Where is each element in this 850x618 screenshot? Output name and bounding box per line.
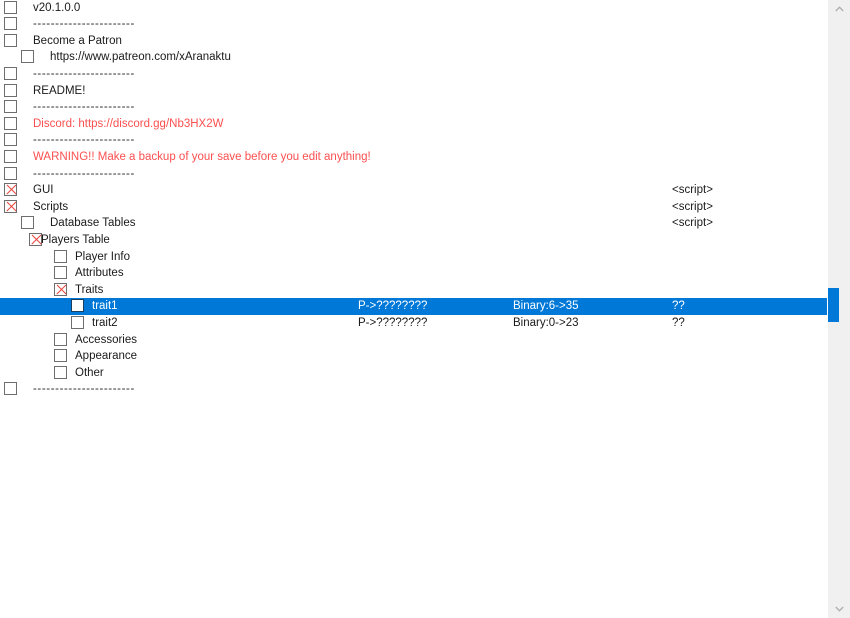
tree-row[interactable]: ----------------------- [0, 16, 827, 33]
tree-row-label: Scripts [33, 200, 69, 213]
tree-row-label: trait2 [92, 316, 118, 329]
tree-row-label: https://www.patreon.com/xAranaktu [50, 51, 231, 64]
tree-row[interactable]: trait1 P->???????? Binary:6->35?? [0, 298, 827, 315]
checkbox-unchecked[interactable] [4, 0, 17, 14]
checkbox-unchecked[interactable] [4, 100, 17, 114]
checkbox-checked[interactable] [54, 282, 67, 296]
pointer-value: P->???????? [358, 316, 428, 329]
checkbox-unchecked[interactable] [54, 332, 67, 346]
tree-row[interactable]: Player Info [0, 249, 827, 266]
tree-row[interactable]: WARNING!! Make a backup of your save bef… [0, 149, 827, 166]
tree-row[interactable]: Scripts <script> [0, 199, 827, 216]
tree-row-label: v20.1.0.0 [33, 1, 81, 14]
chevron-down-icon [834, 606, 844, 612]
tree-row-label: Become a Patron [33, 34, 122, 47]
tree-row-label: Appearance [75, 350, 138, 363]
checkbox-unchecked[interactable] [54, 249, 67, 263]
tree-row-label: Players Table [41, 233, 110, 246]
tree-row[interactable]: Players Table [0, 232, 827, 249]
checkbox-checked[interactable] [4, 199, 17, 213]
chevron-up-icon [834, 6, 844, 12]
separator-label: ----------------------- [33, 67, 135, 80]
tree-row[interactable]: Other [0, 365, 827, 382]
script-tag-value: <script> [672, 200, 713, 213]
tree-row[interactable]: ----------------------- [0, 381, 827, 398]
checkbox-unchecked[interactable] [4, 83, 17, 97]
checkbox-unchecked[interactable] [71, 299, 84, 313]
checkbox-unchecked[interactable] [71, 315, 84, 329]
checkbox-unchecked[interactable] [4, 149, 17, 163]
tree-view-window: v20.1.0.0 ----------------------- Become a… [0, 0, 850, 618]
separator-label: ----------------------- [33, 167, 135, 180]
checkbox-unchecked[interactable] [4, 116, 17, 130]
checkbox-unchecked[interactable] [4, 66, 17, 80]
separator-label: ----------------------- [33, 134, 135, 147]
tree-row[interactable]: trait2 P->???????? Binary:0->23?? [0, 315, 827, 332]
tree-row-label: Accessories [75, 333, 137, 346]
checkbox-unchecked[interactable] [4, 133, 17, 147]
checkbox-unchecked[interactable] [54, 349, 67, 363]
tree-row[interactable]: ----------------------- [0, 66, 827, 83]
tree-row-label: Attributes [75, 267, 124, 280]
separator-label: ----------------------- [33, 101, 135, 114]
scrollbar-track[interactable] [828, 18, 850, 600]
tree-row[interactable]: https://www.patreon.com/xAranaktu [0, 49, 827, 66]
checkbox-checked[interactable] [4, 183, 17, 197]
tree-row[interactable]: ----------------------- [0, 132, 827, 149]
unknown-value: ?? [672, 316, 685, 329]
vertical-scrollbar[interactable] [827, 0, 850, 618]
checkbox-unchecked[interactable] [4, 166, 17, 180]
tree-row[interactable]: GUI <script> [0, 182, 827, 199]
checkbox-unchecked[interactable] [4, 17, 17, 31]
tree-row-label: Other [75, 366, 104, 379]
unknown-value: ?? [672, 300, 685, 313]
tree-row-label: Player Info [75, 250, 130, 263]
tree-row[interactable]: Become a Patron [0, 33, 827, 50]
binary-range-value: Binary:6->35 [513, 300, 579, 313]
tree-row-label: Traits [75, 283, 104, 296]
checkbox-unchecked[interactable] [21, 216, 34, 230]
separator-label: ----------------------- [33, 18, 135, 31]
tree-row-label: README! [33, 84, 86, 97]
tree-row[interactable]: Database Tables <script> [0, 215, 827, 232]
tree-row-label: trait1 [92, 300, 118, 313]
separator-label: ----------------------- [33, 383, 135, 396]
tree-row-label: Database Tables [50, 217, 136, 230]
script-tag-value: <script> [672, 184, 713, 197]
tree-row-label: WARNING!! Make a backup of your save bef… [33, 150, 371, 163]
checkbox-unchecked[interactable] [4, 33, 17, 47]
tree-row[interactable]: Traits [0, 282, 827, 299]
checkbox-unchecked[interactable] [54, 365, 67, 379]
tree-row[interactable]: Attributes [0, 265, 827, 282]
tree-row-label: GUI [33, 184, 54, 197]
tree-row[interactable]: ----------------------- [0, 166, 827, 183]
checkbox-unchecked[interactable] [4, 382, 17, 396]
tree-row[interactable]: ----------------------- [0, 99, 827, 116]
tree-row[interactable]: README! [0, 83, 827, 100]
tree-row[interactable]: Appearance [0, 348, 827, 365]
tree-row[interactable]: Accessories [0, 332, 827, 349]
binary-range-value: Binary:0->23 [513, 316, 579, 329]
scroll-down-button[interactable] [828, 600, 850, 618]
checkbox-unchecked[interactable] [54, 266, 67, 280]
checkbox-unchecked[interactable] [21, 50, 34, 64]
tree-row[interactable]: Discord: https://discord.gg/Nb3HX2W [0, 116, 827, 133]
scrollbar-thumb[interactable] [828, 288, 839, 322]
scroll-up-button[interactable] [828, 0, 850, 18]
checkbox-tree-view[interactable]: v20.1.0.0 ----------------------- Become a… [0, 0, 827, 618]
pointer-value: P->???????? [358, 300, 428, 313]
script-tag-value: <script> [672, 217, 713, 230]
tree-row[interactable]: v20.1.0.0 [0, 0, 827, 16]
tree-row-label: Discord: https://discord.gg/Nb3HX2W [33, 117, 224, 130]
